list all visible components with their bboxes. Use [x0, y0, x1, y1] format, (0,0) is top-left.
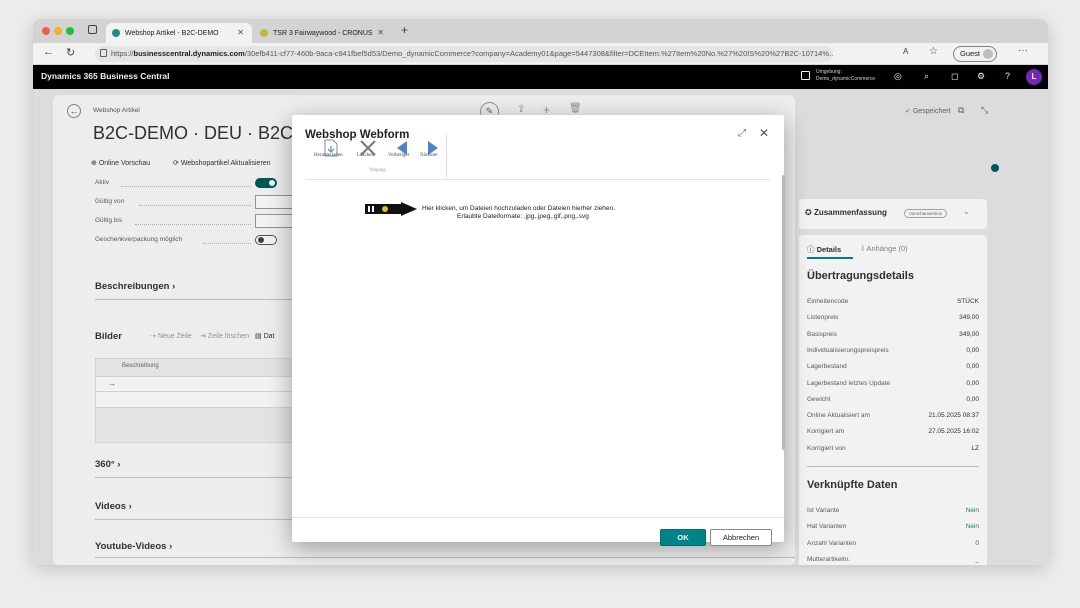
- toolbar-herunterladen[interactable]: Herunterladen: [314, 153, 343, 158]
- webform-dialog: Webshop Webform ⤢ ✕ Herunterladen Lösche…: [292, 115, 785, 546]
- toolbar-group-label: Vorgang: [369, 168, 386, 173]
- toolbar-vorheriger[interactable]: Vorheriger: [388, 153, 409, 158]
- browser-window: Webshop Artikel - B2C-DEMO ✕ TSR 3 Fairw…: [33, 19, 1048, 565]
- toolbar-naechster[interactable]: Nächster: [420, 153, 438, 158]
- dialog-title: Webshop Webform: [305, 129, 410, 141]
- toolbar-separator: [446, 135, 447, 177]
- ok-button[interactable]: OK: [660, 529, 706, 546]
- cancel-button[interactable]: Abbrechen: [710, 529, 772, 546]
- toolbar-loeschen[interactable]: Löschen: [357, 153, 374, 158]
- divider: [305, 179, 770, 180]
- divider: [292, 517, 784, 518]
- upload-instruction[interactable]: Hier klicken, um Dateien hochzuladen ode…: [422, 205, 615, 212]
- upload-arrow-icon[interactable]: [365, 202, 417, 216]
- allowed-formats: Erlaubte Dateiformate: .jpg,.jpeg,.gif,.…: [457, 213, 589, 220]
- close-icon[interactable]: ✕: [759, 126, 769, 140]
- scrollbar[interactable]: [782, 175, 785, 450]
- expand-icon[interactable]: ⤢: [738, 128, 746, 139]
